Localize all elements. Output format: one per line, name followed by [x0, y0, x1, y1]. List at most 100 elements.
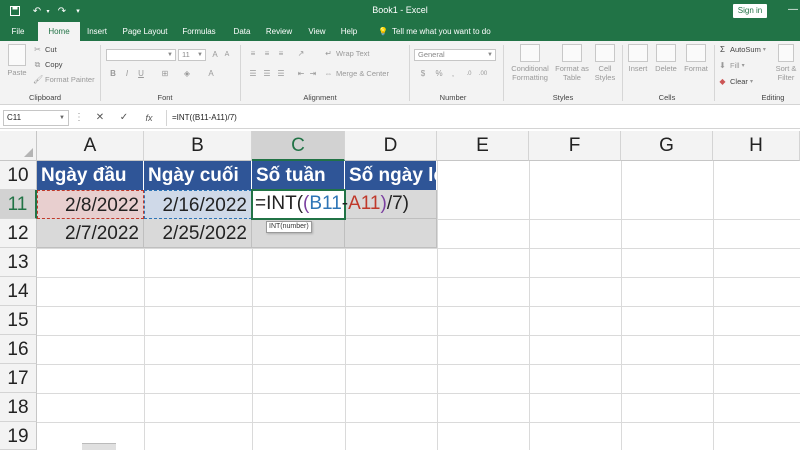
enter-icon[interactable]: ✓ [117, 111, 131, 125]
font-color-icon[interactable]: A [206, 69, 216, 79]
bold-button[interactable]: B [108, 69, 118, 79]
table-header-odd-days[interactable]: Số ngày lẻ [345, 161, 437, 190]
chevron-down-icon: ▼ [197, 52, 203, 58]
align-middle-icon[interactable]: ≡ [262, 49, 272, 59]
percent-button[interactable]: % [434, 69, 444, 79]
merge-label: Merge & Center [336, 69, 389, 78]
function-tooltip[interactable]: INT(number) [266, 221, 312, 233]
table-header-weeks[interactable]: Số tuần [252, 161, 345, 190]
delete-cells-icon [656, 44, 676, 62]
row-header-13[interactable]: 13 [0, 248, 37, 277]
column-header-e[interactable]: E [437, 131, 529, 161]
row-header-19[interactable]: 19 [0, 422, 37, 450]
row-header-15[interactable]: 15 [0, 306, 37, 335]
decrease-font-icon[interactable]: A [222, 50, 232, 60]
row-header-10[interactable]: 10 [0, 161, 37, 190]
font-size-dropdown[interactable]: 11 ▼ [178, 49, 206, 61]
paste-label: Paste [7, 68, 27, 77]
cell-d12[interactable] [345, 219, 437, 248]
cell-a12[interactable]: 2/7/2022 [37, 219, 144, 248]
cell-a11[interactable]: 2/8/2022 [37, 190, 144, 219]
cancel-icon[interactable]: ✕ [93, 111, 107, 125]
copy-button[interactable]: ⧉ Copy [33, 60, 63, 69]
align-top-icon[interactable]: ≡ [248, 49, 258, 59]
cut-button[interactable]: ✂ Cut [33, 45, 57, 54]
row-header-18[interactable]: 18 [0, 393, 37, 422]
select-all-button[interactable] [0, 131, 37, 161]
minimize-icon[interactable]: — [788, 4, 800, 18]
orientation-icon[interactable]: ↗ [296, 49, 306, 59]
format-cells-button[interactable]: Format [682, 44, 710, 73]
divider [100, 45, 101, 101]
row-header-17[interactable]: 17 [0, 364, 37, 393]
format-as-table-button[interactable]: Format as Table [552, 44, 592, 82]
column-header-d[interactable]: D [345, 131, 437, 161]
sort-filter-button[interactable]: Sort & Filter [772, 44, 800, 82]
format-painter-button[interactable]: 🖌 Format Painter [33, 75, 95, 84]
column-header-b[interactable]: B [144, 131, 252, 161]
conditional-formatting-label: Conditional Formatting [511, 64, 549, 82]
column-header-h[interactable]: H [713, 131, 800, 161]
cell-b11[interactable]: 2/16/2022 [144, 190, 252, 219]
decrease-indent-icon[interactable]: ⇤ [296, 69, 306, 79]
cell-styles-button[interactable]: Cell Styles [592, 44, 618, 82]
increase-font-icon[interactable]: A [210, 50, 220, 60]
tab-page-layout[interactable]: Page Layout [117, 22, 173, 41]
increase-indent-icon[interactable]: ⇥ [308, 69, 318, 79]
align-center-icon[interactable]: ☰ [262, 69, 272, 79]
fill-button[interactable]: ⬇ Fill ▾ [718, 61, 744, 70]
font-name-dropdown[interactable]: ▼ [106, 49, 176, 61]
brush-icon: 🖌 [33, 75, 44, 84]
tab-help[interactable]: Help [336, 22, 362, 41]
number-format-dropdown[interactable]: General ▼ [414, 49, 496, 61]
resize-handle-icon[interactable]: ⋮ [74, 111, 84, 125]
sheet-tab[interactable] [82, 443, 116, 450]
delete-cells-button[interactable]: Delete [652, 44, 680, 73]
tab-insert[interactable]: Insert [82, 22, 112, 41]
align-right-icon[interactable]: ☰ [276, 69, 286, 79]
fill-color-icon[interactable]: ◈ [182, 69, 192, 79]
conditional-formatting-button[interactable]: Conditional Formatting [508, 44, 552, 82]
row-header-11[interactable]: 11 [0, 190, 37, 219]
sign-in-button[interactable]: Sign in [733, 4, 767, 18]
align-bottom-icon[interactable]: ≡ [276, 49, 286, 59]
table-header-start-date[interactable]: Ngày đầu [37, 161, 144, 190]
increase-decimal-icon[interactable]: .0 [464, 69, 474, 79]
tab-formulas[interactable]: Formulas [178, 22, 220, 41]
tab-view[interactable]: View [303, 22, 331, 41]
insert-cells-button[interactable]: Insert [625, 44, 651, 73]
row-header-12[interactable]: 12 [0, 219, 37, 248]
sigma-icon: Σ [720, 45, 725, 54]
tab-home[interactable]: Home [38, 22, 80, 41]
tab-file[interactable]: File [6, 22, 30, 41]
wrap-text-button[interactable]: ↵ Wrap Text [324, 49, 369, 58]
underline-button[interactable]: U [136, 69, 146, 79]
borders-icon[interactable]: ⊞ [160, 69, 170, 79]
cell-b12[interactable]: 2/25/2022 [144, 219, 252, 248]
column-header-g[interactable]: G [621, 131, 713, 161]
tell-me-search[interactable]: 💡 Tell me what you want to do [378, 22, 491, 41]
column-header-c[interactable]: C [252, 131, 345, 161]
autosum-button[interactable]: Σ AutoSum ▾ [718, 45, 766, 54]
formula-input[interactable]: =INT((B11-A11)/7) [166, 110, 800, 126]
name-box[interactable]: C11 ▼ [3, 110, 69, 126]
column-header-f[interactable]: F [529, 131, 621, 161]
row-header-16[interactable]: 16 [0, 335, 37, 364]
italic-button[interactable]: I [122, 69, 132, 79]
decrease-decimal-icon[interactable]: .00 [478, 69, 488, 79]
paste-button[interactable]: Paste [4, 44, 30, 77]
tab-review[interactable]: Review [261, 22, 297, 41]
font-size-value: 11 [182, 50, 190, 59]
column-header-a[interactable]: A [37, 131, 144, 161]
merge-center-button[interactable]: ⇔ Merge & Center [324, 69, 389, 78]
tab-data[interactable]: Data [228, 22, 256, 41]
divider [622, 45, 623, 101]
row-header-14[interactable]: 14 [0, 277, 37, 306]
table-header-end-date[interactable]: Ngày cuối [144, 161, 252, 190]
clear-button[interactable]: ◆ Clear ▾ [718, 77, 753, 86]
comma-button[interactable]: , [448, 69, 458, 79]
align-left-icon[interactable]: ☰ [248, 69, 258, 79]
insert-function-icon[interactable]: fx [141, 111, 157, 125]
active-cell-c11[interactable]: =INT((B11-A11)/7) [251, 189, 409, 220]
currency-button[interactable]: $ [418, 69, 428, 79]
